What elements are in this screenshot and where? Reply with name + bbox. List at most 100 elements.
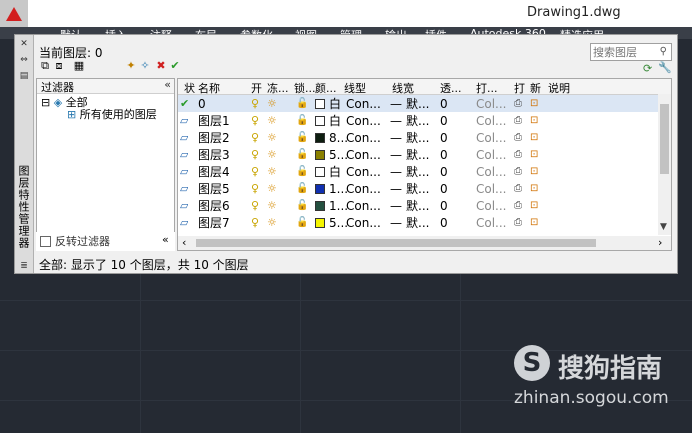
chevron-left-icon[interactable]: ‹: [182, 236, 186, 249]
transparency[interactable]: 0: [440, 114, 448, 128]
on-off-bulb-icon[interactable]: ♀: [251, 114, 259, 128]
printer-icon[interactable]: ⎙: [514, 165, 522, 179]
printer-icon[interactable]: ⎙: [514, 182, 522, 196]
layer-row[interactable]: ▱ 图层4 ♀ ☼ 🔓 白 Con... — 默... 0 Col... ⎙ ⊡: [178, 163, 658, 180]
color-swatch[interactable]: [315, 150, 325, 160]
printer-icon[interactable]: ⎙: [514, 216, 522, 230]
application-menu-button[interactable]: [0, 0, 28, 27]
transparency[interactable]: 0: [440, 199, 448, 213]
transparency[interactable]: 0: [440, 148, 448, 162]
freeze-sun-icon[interactable]: ☼: [267, 182, 277, 196]
lineweight[interactable]: 默...: [406, 97, 429, 111]
new-property-filter-icon[interactable]: ⧉: [39, 60, 51, 72]
collapse-button[interactable]: «: [162, 233, 169, 246]
layer-name[interactable]: 图层2: [198, 131, 230, 145]
invert-filter-checkbox[interactable]: [40, 236, 51, 247]
tree-node-used-layers[interactable]: ⊞ 所有使用的图层: [67, 106, 157, 122]
column-header[interactable]: 透...: [440, 80, 462, 96]
transparency[interactable]: 0: [440, 165, 448, 179]
plot-style[interactable]: Col...: [476, 165, 507, 179]
on-off-bulb-icon[interactable]: ♀: [251, 182, 259, 196]
plot-style[interactable]: Col...: [476, 114, 507, 128]
new-vp-freeze-icon[interactable]: ⊡: [530, 114, 538, 128]
new-vp-freeze-icon[interactable]: ⊡: [530, 148, 538, 162]
lineweight[interactable]: 默...: [406, 165, 429, 179]
plot-style[interactable]: Col...: [476, 148, 507, 162]
lineweight[interactable]: 默...: [406, 182, 429, 196]
column-header[interactable]: 打...: [476, 80, 498, 96]
layer-name[interactable]: 图层4: [198, 165, 230, 179]
column-header[interactable]: 锁...: [294, 80, 316, 96]
vertical-scrollbar[interactable]: ▼: [658, 94, 671, 235]
new-vp-freeze-icon[interactable]: ⊡: [530, 165, 538, 179]
scrollbar-thumb[interactable]: [660, 104, 669, 174]
search-layers-field[interactable]: ⚲: [590, 43, 672, 61]
color-swatch[interactable]: [315, 116, 325, 126]
column-header[interactable]: 开: [251, 80, 262, 96]
freeze-sun-icon[interactable]: ☼: [267, 114, 277, 128]
freeze-sun-icon[interactable]: ☼: [267, 131, 277, 145]
layer-row[interactable]: ▱ 图层1 ♀ ☼ 🔓 白 Con... — 默... 0 Col... ⎙ ⊡: [178, 112, 658, 129]
on-off-bulb-icon[interactable]: ♀: [251, 165, 259, 179]
layer-name[interactable]: 图层5: [198, 182, 230, 196]
lineweight[interactable]: 默...: [406, 148, 429, 162]
lineweight[interactable]: 默...: [406, 131, 429, 145]
layer-row[interactable]: ▱ 图层6 ♀ ☼ 🔓 1... Con... — 默... 0 Col... ⎙ ⊡: [178, 197, 658, 214]
linetype[interactable]: Con...: [346, 131, 381, 145]
on-off-bulb-icon[interactable]: ♀: [251, 199, 259, 213]
auto-hide-icon[interactable]: ⇔: [19, 55, 29, 65]
layer-name[interactable]: 图层6: [198, 199, 230, 213]
layer-states-manager-icon[interactable]: ▦: [73, 60, 85, 72]
freeze-sun-icon[interactable]: ☼: [267, 148, 277, 162]
search-icon[interactable]: ⚲: [660, 46, 667, 57]
new-vp-frozen-layer-icon[interactable]: ✧: [139, 60, 151, 72]
layer-name[interactable]: 图层3: [198, 148, 230, 162]
properties-menu-icon[interactable]: ▤: [19, 71, 29, 81]
column-header[interactable]: 颜...: [315, 80, 337, 96]
color-swatch[interactable]: [315, 184, 325, 194]
chevron-down-icon[interactable]: ▼: [660, 222, 667, 232]
transparency[interactable]: 0: [440, 216, 448, 230]
layer-row[interactable]: ▱ 图层7 ♀ ☼ 🔓 5... Con... — 默... 0 Col... ⎙ ⊡: [178, 214, 658, 231]
on-off-bulb-icon[interactable]: ♀: [251, 131, 259, 145]
plot-style[interactable]: Col...: [476, 97, 507, 111]
on-off-bulb-icon[interactable]: ♀: [251, 97, 259, 111]
column-header[interactable]: 名称: [198, 80, 220, 96]
color-swatch[interactable]: [315, 218, 325, 228]
settings-icon[interactable]: 🔧: [658, 61, 672, 74]
linetype[interactable]: Con...: [346, 97, 381, 111]
close-icon[interactable]: ✕: [19, 39, 29, 49]
linetype[interactable]: Con...: [346, 199, 381, 213]
lineweight[interactable]: 默...: [406, 199, 429, 213]
lineweight[interactable]: 默...: [406, 216, 429, 230]
linetype[interactable]: Con...: [346, 148, 381, 162]
plot-style[interactable]: Col...: [476, 131, 507, 145]
freeze-sun-icon[interactable]: ☼: [267, 216, 277, 230]
linetype[interactable]: Con...: [346, 165, 381, 179]
new-group-filter-icon[interactable]: ⧈: [53, 60, 65, 72]
freeze-sun-icon[interactable]: ☼: [267, 97, 277, 111]
column-header[interactable]: 冻...: [267, 80, 289, 96]
lineweight[interactable]: 默...: [406, 114, 429, 128]
printer-icon[interactable]: ⎙: [514, 148, 522, 162]
layer-row[interactable]: ▱ 图层3 ♀ ☼ 🔓 5... Con... — 默... 0 Col... ⎙ ⊡: [178, 146, 658, 163]
unlock-icon[interactable]: 🔓: [296, 114, 308, 128]
printer-icon[interactable]: ⎙: [514, 97, 522, 111]
plot-style[interactable]: Col...: [476, 199, 507, 213]
linetype[interactable]: Con...: [346, 182, 381, 196]
layer-name[interactable]: 0: [198, 97, 206, 111]
color-swatch[interactable]: [315, 133, 325, 143]
unlock-icon[interactable]: 🔓: [296, 199, 308, 213]
printer-icon[interactable]: ⎙: [514, 131, 522, 145]
unlock-icon[interactable]: 🔓: [296, 97, 308, 111]
column-header[interactable]: 状: [184, 80, 195, 96]
layer-row[interactable]: ▱ 图层2 ♀ ☼ 🔓 8... Con... — 默... 0 Col... ⎙ ⊡: [178, 129, 658, 146]
column-header[interactable]: 线宽: [392, 80, 414, 96]
column-header[interactable]: 新: [530, 80, 541, 96]
on-off-bulb-icon[interactable]: ♀: [251, 148, 259, 162]
horizontal-scrollbar[interactable]: ‹ ›: [178, 236, 671, 250]
layer-row[interactable]: ▱ 图层5 ♀ ☼ 🔓 1... Con... — 默... 0 Col... ⎙ ⊡: [178, 180, 658, 197]
plot-style[interactable]: Col...: [476, 182, 507, 196]
transparency[interactable]: 0: [440, 97, 448, 111]
transparency[interactable]: 0: [440, 131, 448, 145]
